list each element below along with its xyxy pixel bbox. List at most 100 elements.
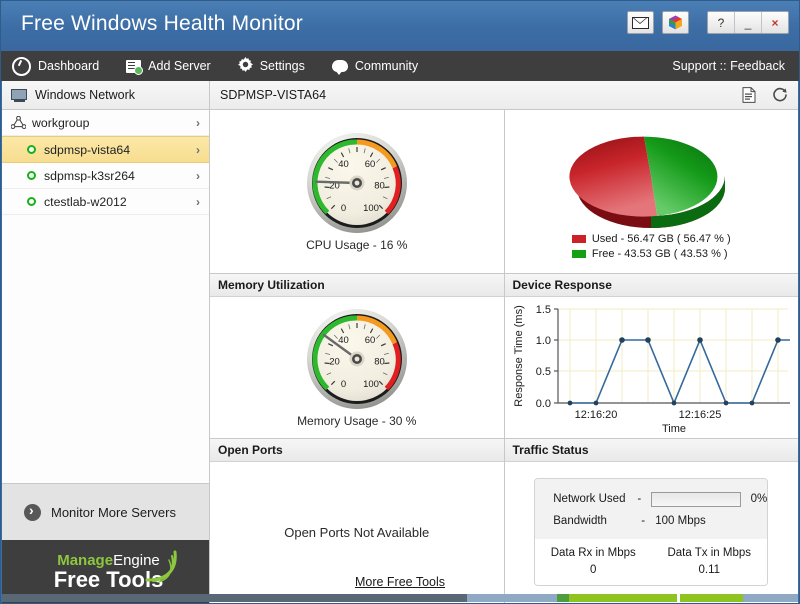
data-tx-label: Data Tx in Mbps bbox=[667, 547, 751, 560]
tree-item-workgroup[interactable]: workgroup › bbox=[2, 110, 209, 136]
mail-button[interactable] bbox=[627, 11, 654, 34]
chevron-right-icon[interactable]: › bbox=[196, 195, 200, 209]
report-icon[interactable] bbox=[742, 87, 756, 103]
window-controls: ? _ × bbox=[627, 11, 789, 34]
disk-pie-legend: Used - 56.47 GB ( 56.47 % ) Free - 43.53… bbox=[571, 232, 731, 262]
data-rx-label: Data Rx in Mbps bbox=[550, 547, 636, 560]
memory-usage-caption: Memory Usage - 30 % bbox=[297, 413, 417, 428]
network-used-dash: - bbox=[637, 493, 642, 506]
menu-item-settings[interactable]: Settings bbox=[227, 51, 321, 81]
more-free-tools-link[interactable]: More Free Tools bbox=[2, 575, 798, 589]
close-button[interactable]: × bbox=[762, 12, 788, 33]
tree-item-sdpmsp-k3sr264[interactable]: sdpmsp-k3sr264 › bbox=[2, 163, 209, 189]
menu-bar: Dashboard Add Server Settings Community … bbox=[1, 51, 799, 81]
tree-item-ctestlab-w2012-label: ctestlab-w2012 bbox=[44, 194, 127, 209]
cpu-gauge-graphic: 0 20 40 60 80 100 bbox=[306, 133, 407, 234]
monitor-more-servers-button[interactable]: Monitor More Servers bbox=[2, 483, 209, 540]
svg-text:0.5: 0.5 bbox=[536, 366, 551, 378]
arrow-circle-icon bbox=[24, 502, 41, 521]
legend-item-free: Free - 43.53 GB ( 43.53 % ) bbox=[571, 247, 731, 262]
svg-text:80: 80 bbox=[374, 181, 385, 192]
svg-text:100: 100 bbox=[363, 379, 379, 390]
disk-pie-graphic bbox=[569, 136, 726, 228]
svg-text:60: 60 bbox=[364, 159, 375, 170]
menu-item-settings-label: Settings bbox=[259, 59, 305, 73]
legend-label-free: Free - 43.53 GB ( 43.53 % ) bbox=[591, 247, 728, 260]
body-area: Windows Network workgroup › sdpmsp-vista… bbox=[2, 81, 798, 603]
device-response-body: 1.5 1.0 0.5 0.0 Response Time (ms) 12:16… bbox=[505, 297, 799, 437]
memory-panel-title: Memory Utilization bbox=[210, 274, 504, 298]
selected-server-title: SDPMSP-VISTA64 bbox=[220, 88, 327, 102]
chevron-right-icon[interactable]: › bbox=[196, 169, 200, 183]
tree-item-sdpmsp-vista64[interactable]: sdpmsp-vista64 › bbox=[2, 136, 209, 163]
svg-text:1.5: 1.5 bbox=[536, 304, 551, 316]
svg-text:80: 80 bbox=[374, 356, 385, 367]
tree-item-ctestlab-w2012[interactable]: ctestlab-w2012 › bbox=[2, 189, 209, 215]
monitor-more-servers-label: Monitor More Servers bbox=[51, 504, 176, 520]
svg-text:Response Time (ms): Response Time (ms) bbox=[513, 306, 525, 407]
svg-text:12:16:20: 12:16:20 bbox=[575, 409, 618, 421]
footer-bar-segment-3 bbox=[557, 594, 569, 602]
sidebar-header: Windows Network bbox=[2, 81, 209, 110]
menu-item-community[interactable]: Community bbox=[321, 51, 434, 81]
footer-bar-segment-7 bbox=[743, 594, 798, 602]
monitor-icon bbox=[11, 88, 27, 102]
open-ports-panel-title: Open Ports bbox=[210, 438, 504, 462]
footer-color-bar bbox=[2, 594, 798, 602]
footer-bar-segment-2 bbox=[467, 594, 557, 602]
gear-icon bbox=[237, 57, 253, 75]
logo-manage: Manage bbox=[57, 551, 114, 569]
network-icon bbox=[11, 116, 26, 129]
support-link[interactable]: Support bbox=[672, 59, 716, 73]
traffic-top-section: Network Used - 0% Bandwidth - 100 Mbps bbox=[535, 479, 768, 540]
svg-text:100: 100 bbox=[363, 203, 379, 214]
footer-bar-segment-1 bbox=[2, 594, 467, 602]
legend-label-used: Used - 56.47 GB ( 56.47 % ) bbox=[591, 232, 731, 245]
envelope-icon bbox=[632, 16, 649, 29]
support-feedback-links: Support :: Feedback bbox=[672, 59, 799, 73]
cpu-gauge: 0 20 40 60 80 100 CPU Usage - 16 % bbox=[305, 131, 409, 252]
dashboard-grid: 0 20 40 60 80 100 CPU Usage - 16 % Used … bbox=[210, 110, 798, 603]
memory-gauge-graphic: 0 20 40 60 80 100 bbox=[306, 308, 407, 409]
svg-text:12:16:25: 12:16:25 bbox=[679, 409, 722, 421]
window-button-group: ? _ × bbox=[707, 11, 789, 34]
footer-bar-segment-4 bbox=[569, 594, 677, 602]
bandwidth-row: Bandwidth - 100 Mbps bbox=[535, 510, 767, 532]
svg-text:0.0: 0.0 bbox=[536, 398, 551, 410]
panel-disk-usage: Used - 56.47 GB ( 56.47 % ) Free - 43.53… bbox=[504, 110, 799, 275]
help-button[interactable]: ? bbox=[708, 12, 735, 33]
link-separator: :: bbox=[719, 59, 727, 73]
title-bar: Free Windows Health Monitor ? _ × bbox=[1, 1, 799, 51]
svg-text:Time: Time bbox=[662, 423, 686, 435]
feedback-link[interactable]: Feedback bbox=[730, 59, 785, 73]
dashboard-icon bbox=[12, 56, 31, 76]
menu-item-add-server[interactable]: Add Server bbox=[115, 51, 227, 81]
open-ports-message: Open Ports Not Available bbox=[284, 524, 430, 540]
svg-text:40: 40 bbox=[338, 159, 349, 170]
svg-text:40: 40 bbox=[338, 335, 349, 346]
legend-item-used: Used - 56.47 GB ( 56.47 % ) bbox=[571, 232, 731, 247]
content-area: SDPMSP-VISTA64 0 20 40 60 80 100 CPU Usa… bbox=[210, 81, 798, 603]
minimize-button[interactable]: _ bbox=[735, 12, 762, 33]
disk-pie-chart: Used - 56.47 GB ( 56.47 % ) Free - 43.53… bbox=[505, 122, 799, 262]
sidebar: Windows Network workgroup › sdpmsp-vista… bbox=[2, 81, 210, 603]
menu-item-dashboard-label: Dashboard bbox=[38, 59, 100, 73]
disk-pie-body: Used - 56.47 GB ( 56.47 % ) Free - 43.53… bbox=[505, 110, 799, 273]
panel-cpu-usage: 0 20 40 60 80 100 CPU Usage - 16 % bbox=[210, 110, 505, 275]
refresh-icon[interactable] bbox=[772, 87, 788, 103]
apps-button[interactable] bbox=[662, 11, 689, 34]
tree-item-sdpmsp-vista64-label: sdpmsp-vista64 bbox=[44, 142, 131, 157]
application-window: Free Windows Health Monitor ? _ × Dashbo… bbox=[0, 0, 800, 604]
network-used-label: Network Used bbox=[553, 493, 626, 506]
community-icon bbox=[331, 60, 348, 75]
content-header-actions bbox=[742, 87, 788, 103]
chevron-right-icon[interactable]: › bbox=[196, 143, 200, 157]
chevron-right-icon[interactable]: › bbox=[196, 116, 200, 130]
sidebar-header-label: Windows Network bbox=[35, 88, 136, 102]
menu-item-dashboard[interactable]: Dashboard bbox=[1, 51, 115, 81]
content-header: SDPMSP-VISTA64 bbox=[210, 81, 798, 110]
tree-item-sdpmsp-k3sr264-label: sdpmsp-k3sr264 bbox=[44, 168, 135, 183]
color-cube-icon bbox=[668, 15, 683, 30]
dashboard-row-1: 0 20 40 60 80 100 CPU Usage - 16 % Used … bbox=[210, 110, 799, 275]
window-title: Free Windows Health Monitor bbox=[21, 12, 303, 35]
